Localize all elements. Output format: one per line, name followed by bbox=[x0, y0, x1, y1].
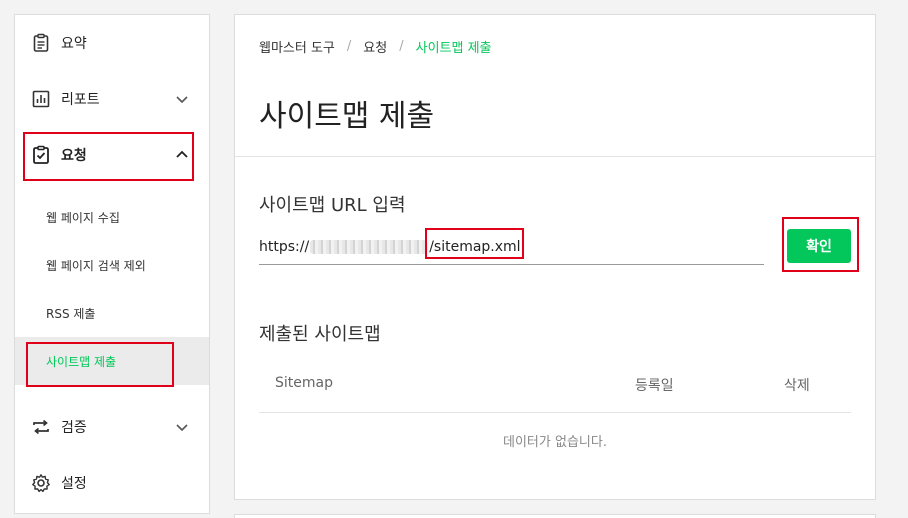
chevron-up-icon bbox=[175, 148, 189, 162]
url-prefix: https:// bbox=[259, 238, 310, 255]
sidebar-item-settings[interactable]: 설정 bbox=[15, 455, 209, 511]
sub-item-page-exclude[interactable]: 웹 페이지 검색 제외 bbox=[15, 241, 209, 289]
sub-item-rss-submit[interactable]: RSS 제출 bbox=[15, 289, 209, 337]
sidebar-item-report[interactable]: 리포트 bbox=[15, 71, 209, 127]
confirm-button[interactable]: 확인 bbox=[787, 229, 851, 263]
sidebar-item-label: 설정 bbox=[61, 476, 87, 492]
redacted-domain bbox=[310, 239, 429, 254]
url-input-label: 사이트맵 URL 입력 bbox=[259, 195, 406, 216]
sub-item-label: 사이트맵 제출 bbox=[46, 354, 117, 369]
column-header-registered-date: 등록일 bbox=[635, 378, 674, 394]
sub-item-sitemap-submit[interactable]: 사이트맵 제출 bbox=[15, 337, 209, 385]
sidebar-item-label: 검증 bbox=[61, 420, 87, 436]
clipboard-icon bbox=[31, 33, 51, 53]
sidebar-item-request[interactable]: 요청 bbox=[15, 127, 209, 183]
chevron-down-icon bbox=[175, 92, 189, 106]
sidebar-item-summary[interactable]: 요약 bbox=[15, 15, 209, 71]
breadcrumb-separator: / bbox=[346, 39, 352, 54]
main-panel: 웹마스터 도구 / 요청 / 사이트맵 제출 사이트맵 제출 사이트맵 URL … bbox=[234, 14, 876, 500]
divider bbox=[235, 156, 875, 157]
page-title: 사이트맵 제출 bbox=[259, 99, 435, 134]
breadcrumb-item-request[interactable]: 요청 bbox=[363, 37, 387, 56]
sidebar-item-label: 요약 bbox=[61, 36, 87, 52]
chevron-down-icon bbox=[175, 420, 189, 434]
breadcrumb-separator: / bbox=[399, 39, 404, 54]
breadcrumb-item-current: 사이트맵 제출 bbox=[415, 41, 492, 56]
sub-item-label: 웹 페이지 수집 bbox=[46, 210, 120, 225]
next-card-edge bbox=[234, 514, 876, 518]
clipboard-check-icon bbox=[31, 145, 51, 165]
empty-table-message: 데이터가 없습니다. bbox=[503, 435, 607, 450]
breadcrumb: 웹마스터 도구 / 요청 / 사이트맵 제출 bbox=[259, 37, 492, 56]
sub-item-label: RSS 제출 bbox=[46, 306, 96, 321]
repeat-arrows-icon bbox=[31, 417, 51, 437]
sub-item-page-collect[interactable]: 웹 페이지 수집 bbox=[15, 193, 209, 241]
table-header-divider bbox=[259, 412, 851, 413]
column-header-delete: 삭제 bbox=[784, 378, 810, 394]
submitted-sitemaps-label: 제출된 사이트맵 bbox=[259, 324, 381, 345]
url-path: sitemap.xml bbox=[433, 238, 521, 255]
sidebar-item-label: 리포트 bbox=[61, 92, 100, 108]
bar-chart-icon bbox=[31, 89, 51, 109]
sidebar-item-verify[interactable]: 검증 bbox=[15, 399, 209, 455]
sub-item-label: 웹 페이지 검색 제외 bbox=[46, 258, 146, 273]
sitemap-url-input[interactable]: https:// / sitemap.xml bbox=[259, 229, 764, 265]
sidebar-item-label: 요청 bbox=[61, 148, 87, 164]
gear-icon bbox=[31, 473, 51, 493]
column-header-sitemap: Sitemap bbox=[275, 375, 333, 391]
sidebar: 요약 리포트 요청 웹 페이지 수집 웹 페이지 검색 제외 RSS 제출 사이… bbox=[14, 14, 210, 514]
breadcrumb-item-webmaster-tools[interactable]: 웹마스터 도구 bbox=[259, 37, 335, 56]
